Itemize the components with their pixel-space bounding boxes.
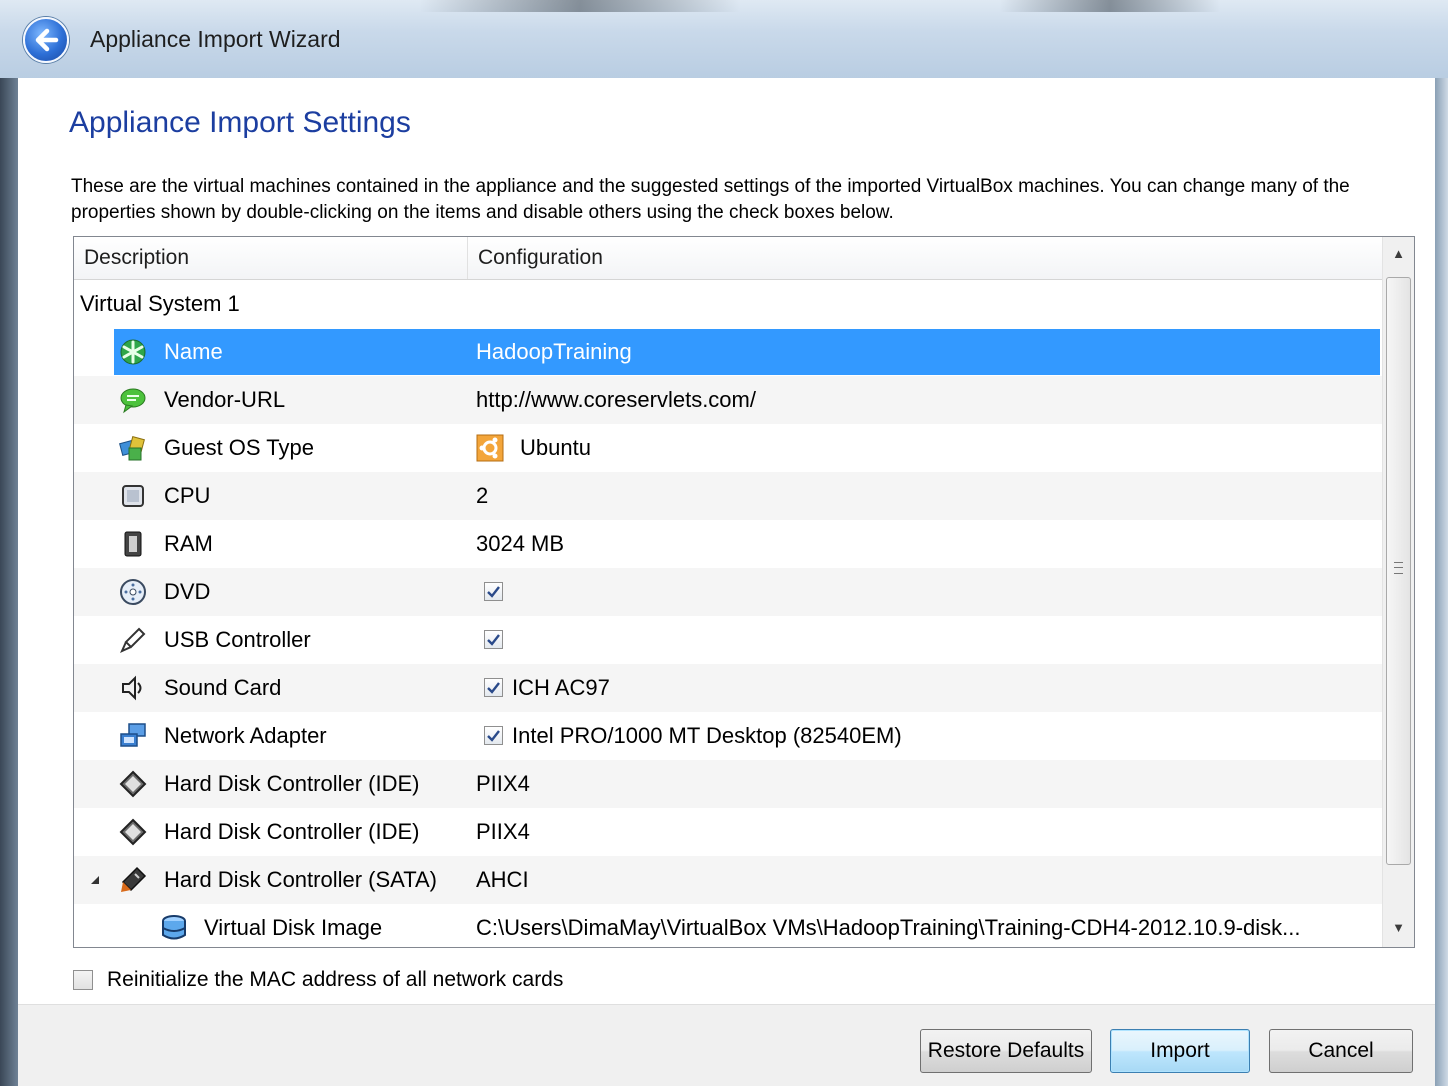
row-value: Ubuntu [520, 435, 591, 460]
sata-controller-icon [121, 866, 147, 892]
wizard-page: Appliance Import Settings These are the … [18, 78, 1435, 1004]
row-sound-card[interactable]: Sound Card ICH AC97 [74, 664, 1382, 712]
row-label: Vendor-URL [164, 387, 286, 412]
row-label: Hard Disk Controller (IDE) [164, 819, 420, 844]
row-usb-controller[interactable]: USB Controller [74, 616, 1382, 664]
sound-card-checkbox[interactable] [484, 678, 503, 697]
row-label: DVD [164, 579, 211, 604]
row-label: Sound Card [164, 675, 282, 700]
row-label: Hard Disk Controller (IDE) [164, 771, 420, 796]
row-sata-controller[interactable]: Hard Disk Controller (SATA) AHCI [74, 856, 1382, 904]
row-cpu[interactable]: CPU 2 [74, 472, 1382, 520]
dvd-icon [120, 579, 146, 605]
page-description: These are the virtual machines contained… [71, 176, 1350, 223]
usb-checkbox[interactable] [484, 630, 503, 649]
row-label: USB Controller [164, 627, 311, 652]
title-bar: Appliance Import Wizard [0, 0, 1448, 78]
group-label: Virtual System 1 [80, 291, 240, 316]
import-button[interactable]: Import [1110, 1029, 1250, 1073]
scroll-thumb[interactable] [1386, 277, 1411, 865]
ram-icon [124, 531, 142, 557]
row-value: 3024 MB [476, 531, 565, 556]
window-frame-left [0, 78, 18, 1086]
ide-controller-icon [119, 818, 147, 846]
tree-header: Description Configuration [74, 237, 1382, 280]
button-bar: Restore Defaults Import Cancel [18, 1004, 1435, 1086]
name-icon [120, 339, 146, 365]
vendor-url-icon [120, 388, 146, 414]
row-ide-controller[interactable]: Hard Disk Controller (IDE) PIIX4 [74, 808, 1382, 856]
column-header-configuration[interactable]: Configuration [468, 237, 1382, 279]
usb-icon [120, 627, 146, 653]
checkmark-icon [487, 682, 500, 694]
guest-os-icon [119, 436, 145, 461]
group-row-virtual-system[interactable]: Virtual System 1 [74, 280, 1382, 328]
page-heading: Appliance Import Settings [69, 106, 411, 139]
row-value: Intel PRO/1000 MT Desktop (82540EM) [512, 723, 902, 748]
row-value: PIIX4 [476, 819, 530, 844]
row-value: AHCI [476, 867, 529, 892]
row-dvd[interactable]: DVD [74, 568, 1382, 616]
virtual-disk-icon [162, 915, 186, 940]
row-value: ICH AC97 [512, 675, 610, 700]
ide-controller-icon [119, 770, 147, 798]
window-title: Appliance Import Wizard [90, 26, 341, 52]
title-bar-highlight [1000, 0, 1220, 12]
row-value: C:\Users\DimaMay\VirtualBox VMs\HadoopTr… [476, 915, 1301, 940]
row-guest-os-type[interactable]: Guest OS Type Ubuntu [74, 424, 1382, 472]
reinit-mac-checkbox[interactable] [73, 970, 93, 990]
row-network-adapter[interactable]: Network Adapter Intel PRO/1000 MT Deskto… [74, 712, 1382, 760]
row-label: Guest OS Type [164, 435, 315, 460]
row-label: Hard Disk Controller (SATA) [164, 867, 438, 892]
checkmark-icon [487, 634, 500, 646]
network-adapter-icon [120, 723, 146, 747]
row-label: Name [164, 339, 223, 364]
row-label: RAM [164, 531, 213, 556]
column-header-description[interactable]: Description [74, 237, 468, 279]
row-value: PIIX4 [476, 771, 530, 796]
ubuntu-icon [476, 434, 504, 462]
vertical-scrollbar[interactable]: ▲ ▼ [1382, 237, 1414, 947]
expand-collapse-icon[interactable] [90, 875, 100, 885]
checkmark-icon [487, 586, 500, 598]
reinit-mac-label[interactable]: Reinitialize the MAC address of all netw… [107, 968, 563, 992]
row-virtual-disk-image[interactable]: Virtual Disk Image C:\Users\DimaMay\Virt… [74, 904, 1382, 947]
scroll-down-button[interactable]: ▼ [1383, 911, 1414, 945]
back-arrow-icon [35, 28, 59, 52]
selection-highlight [114, 329, 1380, 375]
row-value: http://www.coreservlets.com/ [476, 387, 756, 412]
settings-tree[interactable]: Description Configuration Virtual System… [73, 236, 1415, 948]
row-vendor-url[interactable]: Vendor-URL http://www.coreservlets.com/ [74, 376, 1382, 424]
scroll-up-button[interactable]: ▲ [1383, 237, 1414, 271]
title-bar-highlight [420, 0, 740, 12]
row-value: HadoopTraining [476, 339, 632, 364]
row-ram[interactable]: RAM 3024 MB [74, 520, 1382, 568]
row-label: Network Adapter [164, 723, 327, 748]
row-label: CPU [164, 483, 211, 508]
checkmark-icon [487, 730, 500, 742]
window-frame-right [1435, 78, 1448, 1086]
dvd-checkbox[interactable] [484, 582, 503, 601]
appliance-import-window: Appliance Import Wizard Appliance Import… [0, 0, 1448, 1086]
row-ide-controller[interactable]: Hard Disk Controller (IDE) PIIX4 [74, 760, 1382, 808]
network-adapter-checkbox[interactable] [484, 726, 503, 745]
scroll-grip-icon [1394, 562, 1403, 574]
cancel-button[interactable]: Cancel [1269, 1029, 1413, 1073]
restore-defaults-button[interactable]: Restore Defaults [920, 1029, 1092, 1073]
cpu-icon [122, 485, 144, 507]
row-label: Virtual Disk Image [204, 915, 383, 940]
row-value: 2 [476, 483, 489, 508]
sound-card-icon [122, 675, 142, 701]
row-name[interactable]: Name HadoopTraining [74, 328, 1382, 376]
back-button[interactable] [23, 17, 69, 63]
